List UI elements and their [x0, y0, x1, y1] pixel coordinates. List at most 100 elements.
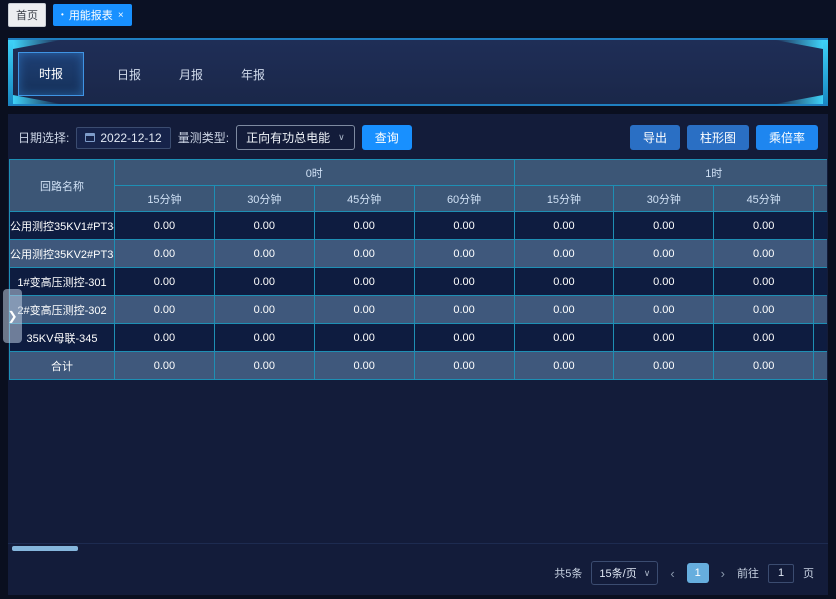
horizontal-scrollbar-track: [8, 543, 828, 552]
pagination-total: 共5条: [554, 565, 582, 581]
column-group-hour-0: 0时: [115, 160, 515, 186]
cell-value: 0.00: [314, 352, 414, 380]
column-group-hour-1: 1时: [514, 160, 827, 186]
report-panel: 日期选择: 2022-12-12 量测类型: 正向有功总电能 ∨ 查询 导出 柱…: [8, 114, 828, 595]
cell-value: 0.00: [614, 240, 714, 268]
cell-value: 0.00: [514, 296, 614, 324]
cell-value: 0.00: [814, 352, 827, 380]
cell-value: 0.00: [115, 268, 215, 296]
cell-value: 0.00: [314, 268, 414, 296]
cell-value: 0.00: [814, 296, 827, 324]
page-size-select[interactable]: 15条/页 ∨: [591, 561, 658, 585]
table-row: 1#变高压测控-301 0.000.000.000.000.000.000.00…: [10, 268, 828, 296]
cell-value: 0.00: [414, 212, 514, 240]
row-name: 合计: [10, 352, 115, 380]
measure-type-select[interactable]: 正向有功总电能 ∨: [236, 125, 355, 150]
date-label: 日期选择:: [18, 129, 69, 146]
close-icon[interactable]: ×: [118, 10, 124, 21]
report-table: 回路名称 0时 1时 15分钟 30分钟 45分钟 60分钟 15分钟 30分钟…: [9, 159, 827, 380]
tab-energy-report-label: 用能报表: [69, 7, 113, 23]
cell-value: 0.00: [514, 268, 614, 296]
cell-value: 0.00: [814, 240, 827, 268]
cell-value: 0.00: [414, 324, 514, 352]
goto-label: 前往: [737, 565, 759, 581]
column-header-minute: 60分钟: [414, 186, 514, 212]
row-name: 1#变高压测控-301: [10, 268, 115, 296]
cell-value: 0.00: [714, 324, 814, 352]
column-header-circuit-name: 回路名称: [10, 160, 115, 212]
multiplier-button[interactable]: 乘倍率: [756, 125, 818, 150]
page-suffix-label: 页: [803, 565, 814, 581]
cell-value: 0.00: [814, 268, 827, 296]
cell-value: 0.00: [414, 352, 514, 380]
goto-page-input[interactable]: 1: [768, 564, 794, 583]
horizontal-scrollbar-thumb[interactable]: [12, 546, 78, 551]
cell-value: 0.00: [115, 296, 215, 324]
cell-value: 0.00: [214, 352, 314, 380]
pagination-bar: 共5条 15条/页 ∨ ‹ 1 › 前往 1 页: [8, 552, 828, 595]
cell-value: 0.00: [214, 240, 314, 268]
banner-corner-decoration: [775, 40, 823, 49]
tab-annual-report[interactable]: 年报: [222, 66, 284, 83]
cell-value: 0.00: [115, 240, 215, 268]
query-button[interactable]: 查询: [362, 125, 412, 150]
row-name: 公用测控35KV2#PT35-9: [10, 240, 115, 268]
cell-value: 0.00: [714, 212, 814, 240]
drawer-toggle[interactable]: ❯: [3, 289, 22, 343]
date-picker[interactable]: 2022-12-12: [76, 127, 170, 149]
cell-value: 0.00: [714, 268, 814, 296]
table-row: 35KV母联-345 0.000.000.000.000.000.000.000…: [10, 324, 828, 352]
report-period-tabs: 时报 日报 月报 年报: [18, 50, 284, 98]
cell-value: 0.00: [614, 324, 714, 352]
cell-value: 0.00: [214, 212, 314, 240]
row-name: 35KV母联-345: [10, 324, 115, 352]
tab-energy-report[interactable]: • 用能报表 ×: [53, 4, 132, 26]
table-row: 合计 0.000.000.000.000.000.000.000.00: [10, 352, 828, 380]
cell-value: 0.00: [614, 296, 714, 324]
cell-value: 0.00: [214, 268, 314, 296]
cell-value: 0.00: [714, 352, 814, 380]
filter-bar: 日期选择: 2022-12-12 量测类型: 正向有功总电能 ∨ 查询 导出 柱…: [8, 114, 828, 159]
column-header-minute: 60分钟: [814, 186, 827, 212]
export-button[interactable]: 导出: [630, 125, 680, 150]
tab-hourly-report[interactable]: 时报: [18, 52, 84, 96]
cell-value: 0.00: [314, 240, 414, 268]
row-name: 公用测控35KV1#PT34-9: [10, 212, 115, 240]
tab-home[interactable]: 首页: [8, 3, 46, 27]
cell-value: 0.00: [814, 324, 827, 352]
table-row: 2#变高压测控-302 0.000.000.000.000.000.000.00…: [10, 296, 828, 324]
page-size-value: 15条/页: [599, 565, 636, 581]
tab-monthly-report[interactable]: 月报: [160, 66, 222, 83]
bar-chart-button[interactable]: 柱形图: [687, 125, 749, 150]
cell-value: 0.00: [314, 324, 414, 352]
page-number-button[interactable]: 1: [687, 563, 709, 583]
column-header-minute: 15分钟: [514, 186, 614, 212]
cell-value: 0.00: [514, 240, 614, 268]
tab-daily-report[interactable]: 日报: [98, 66, 160, 83]
banner-corner-decoration: [775, 95, 823, 104]
column-header-minute: 45分钟: [314, 186, 414, 212]
chevron-down-icon: ∨: [338, 132, 345, 143]
report-tabs-banner: 时报 日报 月报 年报: [8, 38, 828, 106]
cell-value: 0.00: [115, 324, 215, 352]
cell-value: 0.00: [414, 268, 514, 296]
cell-value: 0.00: [514, 324, 614, 352]
report-table-wrap: 回路名称 0时 1时 15分钟 30分钟 45分钟 60分钟 15分钟 30分钟…: [9, 159, 827, 380]
chevron-right-icon: ❯: [7, 309, 17, 323]
prev-page-icon[interactable]: ‹: [667, 566, 677, 581]
cell-value: 0.00: [214, 296, 314, 324]
cell-value: 0.00: [614, 212, 714, 240]
measure-type-label: 量测类型:: [178, 129, 229, 146]
cell-value: 0.00: [814, 212, 827, 240]
cell-value: 0.00: [614, 268, 714, 296]
active-dot-icon: •: [61, 11, 64, 19]
row-name: 2#变高压测控-302: [10, 296, 115, 324]
column-header-minute: 30分钟: [614, 186, 714, 212]
cell-value: 0.00: [115, 212, 215, 240]
cell-value: 0.00: [414, 296, 514, 324]
measure-type-value: 正向有功总电能: [246, 129, 330, 146]
banner-left-edge-decoration: [8, 40, 13, 104]
cell-value: 0.00: [614, 352, 714, 380]
cell-value: 0.00: [115, 352, 215, 380]
next-page-icon[interactable]: ›: [718, 566, 728, 581]
